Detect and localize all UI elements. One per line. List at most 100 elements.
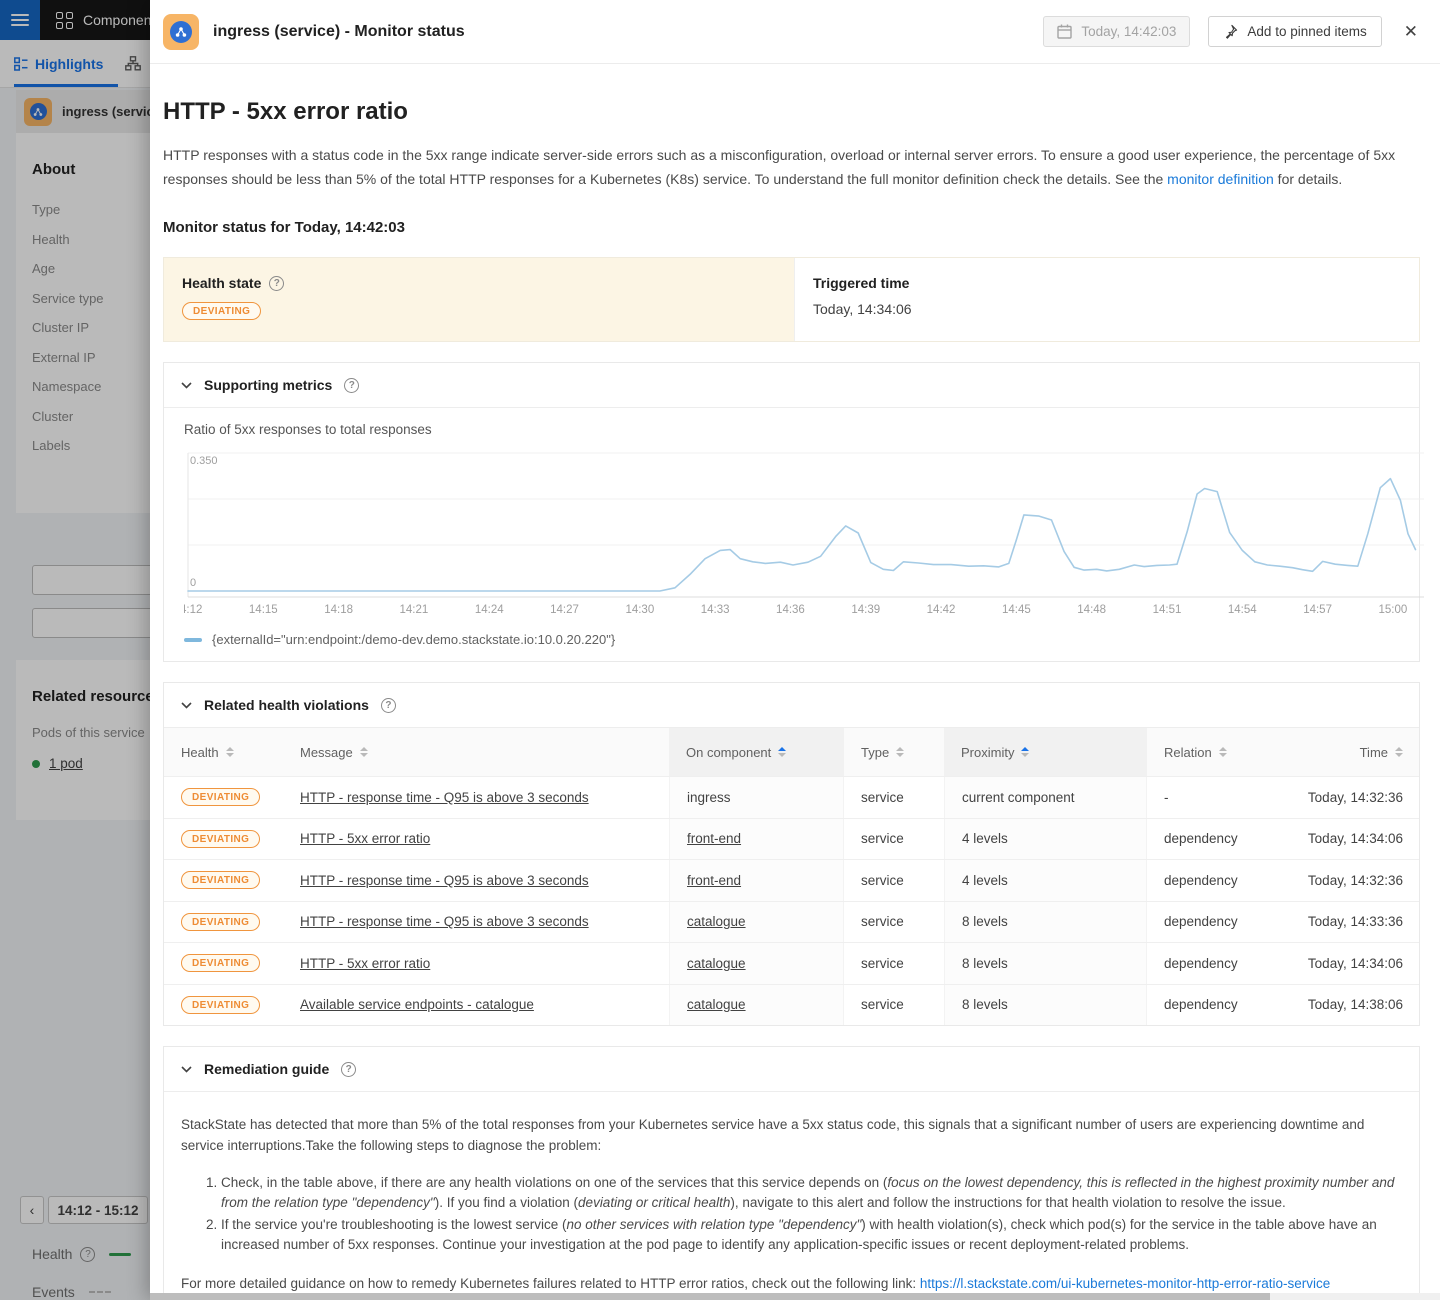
svg-text:14:57: 14:57: [1303, 604, 1332, 616]
help-icon[interactable]: ?: [341, 1062, 356, 1077]
remediation-step: Check, in the table above, if there are …: [221, 1173, 1399, 1213]
component-link[interactable]: front-end: [687, 831, 741, 846]
status-heading: Monitor status for Today, 14:42:03: [163, 219, 1420, 236]
deviating-badge: DEVIATING: [181, 954, 260, 972]
remediation-link[interactable]: https://l.stackstate.com/ui-kubernetes-m…: [920, 1276, 1330, 1291]
related-health-violations-header[interactable]: Related health violations ?: [164, 683, 1419, 728]
help-icon[interactable]: ?: [344, 378, 359, 393]
violation-message-link[interactable]: HTTP - response time - Q95 is above 3 se…: [300, 914, 589, 929]
svg-text:14:36: 14:36: [776, 604, 805, 616]
sort-arrows-icon: [896, 747, 904, 757]
time-cell: Today, 14:32:36: [1267, 777, 1419, 818]
table-row: DEVIATINGHTTP - response time - Q95 is a…: [164, 776, 1419, 818]
column-header-on-component[interactable]: On component: [669, 728, 844, 776]
column-header-proximity[interactable]: Proximity: [944, 728, 1147, 776]
message-cell: HTTP - response time - Q95 is above 3 se…: [283, 777, 669, 818]
column-header-health[interactable]: Health: [164, 728, 283, 776]
proximity-cell: 4 levels: [944, 819, 1147, 860]
violation-message-link[interactable]: HTTP - response time - Q95 is above 3 se…: [300, 873, 589, 888]
remediation-intro: StackState has detected that more than 5…: [181, 1114, 1399, 1156]
scrollbar-thumb[interactable]: [150, 1293, 1270, 1300]
column-label: Time: [1360, 745, 1388, 760]
proximity-cell: 4 levels: [944, 860, 1147, 901]
violation-message-link[interactable]: Available service endpoints - catalogue: [300, 997, 534, 1012]
proximity-cell: 8 levels: [944, 943, 1147, 984]
column-header-relation[interactable]: Relation: [1147, 728, 1267, 776]
pin-icon: [1223, 24, 1238, 39]
message-cell: HTTP - 5xx error ratio: [283, 819, 669, 860]
violation-message-link[interactable]: HTTP - response time - Q95 is above 3 se…: [300, 790, 589, 805]
svg-text:14:33: 14:33: [701, 604, 730, 616]
modal-backdrop[interactable]: [0, 0, 150, 1300]
column-header-time[interactable]: Time: [1267, 728, 1419, 776]
add-to-pinned-button[interactable]: Add to pinned items: [1208, 16, 1381, 47]
svg-text:14:54: 14:54: [1228, 604, 1257, 616]
violation-message-link[interactable]: HTTP - 5xx error ratio: [300, 831, 430, 846]
proximity-cell: 8 levels: [944, 985, 1147, 1026]
table-row: DEVIATING HTTP - 5xx error ratio front-end…: [164, 818, 1419, 860]
on-component-cell: front-end: [669, 860, 844, 901]
monitor-status-modal: ingress (service) - Monitor status Today…: [150, 0, 1440, 1300]
svg-text:14:18: 14:18: [324, 604, 353, 616]
column-label: Type: [861, 745, 889, 760]
close-icon[interactable]: ✕: [1404, 22, 1418, 42]
remediation-guide-title: Remediation guide: [204, 1061, 329, 1077]
relation-cell: dependency: [1147, 860, 1267, 901]
help-icon[interactable]: ?: [269, 276, 284, 291]
sort-arrows-icon: [778, 747, 786, 757]
health-cell: DEVIATING: [164, 902, 283, 943]
column-header-message[interactable]: Message: [283, 728, 669, 776]
modal-header: ingress (service) - Monitor status Today…: [150, 0, 1440, 64]
horizontal-scrollbar[interactable]: [150, 1293, 1440, 1300]
message-cell: HTTP - 5xx error ratio: [283, 943, 669, 984]
metric-chart: Ratio of 5xx responses to total response…: [164, 408, 1419, 661]
health-cell: DEVIATING: [164, 860, 283, 901]
svg-text:14:48: 14:48: [1077, 604, 1106, 616]
chevron-down-icon: [181, 1066, 192, 1073]
svg-text:14:15: 14:15: [249, 604, 278, 616]
column-header-type[interactable]: Type: [844, 728, 944, 776]
column-label: On component: [686, 745, 771, 760]
time-cell: Today, 14:33:36: [1267, 902, 1419, 943]
component-link[interactable]: catalogue: [687, 997, 746, 1012]
type-cell: service: [844, 819, 944, 860]
svg-text:14:24: 14:24: [475, 604, 504, 616]
component-link[interactable]: front-end: [687, 873, 741, 888]
remediation-footer: For more detailed guidance on how to rem…: [181, 1274, 1399, 1294]
on-component-cell: catalogue: [669, 985, 844, 1026]
relation-cell: -: [1147, 777, 1267, 818]
help-icon[interactable]: ?: [381, 698, 396, 713]
monitor-definition-link[interactable]: monitor definition: [1167, 171, 1274, 187]
message-cell: HTTP - response time - Q95 is above 3 se…: [283, 902, 669, 943]
violation-message-link[interactable]: HTTP - 5xx error ratio: [300, 956, 430, 971]
component-link[interactable]: catalogue: [687, 956, 746, 971]
supporting-metrics-header[interactable]: Supporting metrics ?: [164, 363, 1419, 408]
relation-cell: dependency: [1147, 985, 1267, 1026]
svg-text:14:39: 14:39: [851, 604, 880, 616]
component-link[interactable]: catalogue: [687, 914, 746, 929]
proximity-cell: 8 levels: [944, 902, 1147, 943]
line-chart[interactable]: 0.350014:1214:1514:1814:2114:2414:2714:3…: [184, 447, 1424, 617]
screen: Component Highlights: [0, 0, 1440, 1300]
add-to-pinned-label: Add to pinned items: [1247, 24, 1366, 39]
violations-table-header: HealthMessage On component Type ProximityRe…: [164, 728, 1419, 776]
page-title: HTTP - 5xx error ratio: [163, 64, 1420, 126]
table-row: DEVIATINGAvailable service endpoints - c…: [164, 984, 1419, 1026]
monitor-description: HTTP responses with a status code in the…: [163, 143, 1420, 191]
triggered-time-label: Triggered time: [813, 275, 909, 291]
deviating-badge: DEVIATING: [181, 871, 260, 889]
remediation-step: If the service you're troubleshooting is…: [221, 1215, 1399, 1255]
chevron-down-icon: [181, 702, 192, 709]
remediation-guide-header[interactable]: Remediation guide ?: [164, 1047, 1419, 1092]
table-row: DEVIATING HTTP - 5xx error ratio catalogue…: [164, 942, 1419, 984]
type-cell: service: [844, 860, 944, 901]
svg-text:15:00: 15:00: [1379, 604, 1408, 616]
chart-legend: {externalId="urn:endpoint:/demo-dev.demo…: [184, 632, 1419, 651]
health-cell: DEVIATING: [164, 819, 283, 860]
time-picker-button[interactable]: Today, 14:42:03: [1043, 16, 1190, 47]
sort-arrows-icon: [1021, 747, 1029, 757]
type-cell: service: [844, 985, 944, 1026]
violations-table-body: DEVIATING HTTP - response time - Q95 is a…: [164, 776, 1419, 1025]
svg-text:0.350: 0.350: [190, 455, 218, 467]
modal-body: HTTP - 5xx error ratio HTTP responses wi…: [150, 64, 1440, 1300]
